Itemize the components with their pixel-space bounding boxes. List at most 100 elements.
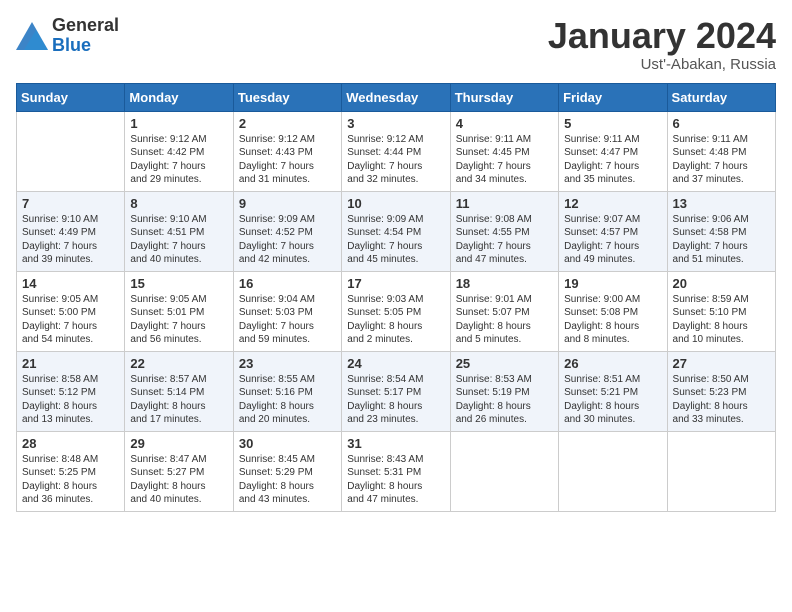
calendar-cell bbox=[17, 111, 125, 191]
day-number: 20 bbox=[673, 276, 770, 291]
month-title: January 2024 bbox=[548, 16, 776, 56]
calendar-cell: 20 Sunrise: 8:59 AM Sunset: 5:10 PM Dayli… bbox=[667, 271, 775, 351]
day-info: Sunrise: 9:12 AM Sunset: 4:44 PM Dayligh… bbox=[347, 133, 444, 187]
day-number: 1 bbox=[130, 116, 227, 131]
location-subtitle: Ust'-Abakan, Russia bbox=[548, 56, 776, 73]
calendar-week-row: 28Sunrise: 8:48 AM Sunset: 5:25 PM Dayli… bbox=[17, 431, 776, 511]
day-number: 27 bbox=[673, 356, 770, 371]
day-info: Sunrise: 8:55 AM Sunset: 5:16 PM Dayligh… bbox=[239, 373, 336, 427]
calendar-cell: 13 Sunrise: 9:06 AM Sunset: 4:58 PM Dayli… bbox=[667, 191, 775, 271]
calendar-cell: 22Sunrise: 8:57 AM Sunset: 5:14 PM Dayli… bbox=[125, 351, 233, 431]
day-number: 4 bbox=[456, 116, 553, 131]
day-info: Sunrise: 9:09 AM Sunset: 4:52 PM Dayligh… bbox=[239, 213, 336, 267]
day-number: 11 bbox=[456, 196, 553, 211]
calendar-cell: 10 Sunrise: 9:09 AM Sunset: 4:54 PM Dayli… bbox=[342, 191, 450, 271]
day-number: 9 bbox=[239, 196, 336, 211]
day-number: 10 bbox=[347, 196, 444, 211]
day-info: Sunrise: 9:11 AM Sunset: 4:45 PM Dayligh… bbox=[456, 133, 553, 187]
calendar-cell: 7 Sunrise: 9:10 AM Sunset: 4:49 PM Daylig… bbox=[17, 191, 125, 271]
weekday-header-saturday: Saturday bbox=[667, 83, 775, 111]
calendar-cell bbox=[450, 431, 558, 511]
day-info: Sunrise: 8:47 AM Sunset: 5:27 PM Dayligh… bbox=[130, 453, 227, 507]
day-number: 2 bbox=[239, 116, 336, 131]
day-number: 14 bbox=[22, 276, 119, 291]
calendar-week-row: 7 Sunrise: 9:10 AM Sunset: 4:49 PM Daylig… bbox=[17, 191, 776, 271]
day-number: 19 bbox=[564, 276, 661, 291]
calendar-cell: 30 Sunrise: 8:45 AM Sunset: 5:29 PM Dayli… bbox=[233, 431, 341, 511]
day-number: 25 bbox=[456, 356, 553, 371]
day-number: 12 bbox=[564, 196, 661, 211]
day-info: Sunrise: 8:45 AM Sunset: 5:29 PM Dayligh… bbox=[239, 453, 336, 507]
day-number: 31 bbox=[347, 436, 444, 451]
calendar-cell bbox=[667, 431, 775, 511]
day-info: Sunrise: 9:12 AM Sunset: 4:42 PM Dayligh… bbox=[130, 133, 227, 187]
day-number: 17 bbox=[347, 276, 444, 291]
weekday-header-thursday: Thursday bbox=[450, 83, 558, 111]
day-info: Sunrise: 9:10 AM Sunset: 4:49 PM Dayligh… bbox=[22, 213, 119, 267]
day-number: 15 bbox=[130, 276, 227, 291]
calendar-week-row: 14Sunrise: 9:05 AM Sunset: 5:00 PM Dayli… bbox=[17, 271, 776, 351]
day-info: Sunrise: 9:01 AM Sunset: 5:07 PM Dayligh… bbox=[456, 293, 553, 347]
day-number: 7 bbox=[22, 196, 119, 211]
day-info: Sunrise: 9:03 AM Sunset: 5:05 PM Dayligh… bbox=[347, 293, 444, 347]
day-number: 5 bbox=[564, 116, 661, 131]
calendar-cell: 15Sunrise: 9:05 AM Sunset: 5:01 PM Dayli… bbox=[125, 271, 233, 351]
calendar-cell: 8Sunrise: 9:10 AM Sunset: 4:51 PM Daylig… bbox=[125, 191, 233, 271]
calendar-cell: 25 Sunrise: 8:53 AM Sunset: 5:19 PM Dayli… bbox=[450, 351, 558, 431]
calendar-cell: 31 Sunrise: 8:43 AM Sunset: 5:31 PM Dayli… bbox=[342, 431, 450, 511]
calendar-cell: 2 Sunrise: 9:12 AM Sunset: 4:43 PM Daylig… bbox=[233, 111, 341, 191]
calendar-cell: 19Sunrise: 9:00 AM Sunset: 5:08 PM Dayli… bbox=[559, 271, 667, 351]
logo-text: General Blue bbox=[52, 16, 119, 56]
calendar-cell: 21 Sunrise: 8:58 AM Sunset: 5:12 PM Dayli… bbox=[17, 351, 125, 431]
day-number: 24 bbox=[347, 356, 444, 371]
day-info: Sunrise: 8:53 AM Sunset: 5:19 PM Dayligh… bbox=[456, 373, 553, 427]
day-number: 6 bbox=[673, 116, 770, 131]
day-info: Sunrise: 9:04 AM Sunset: 5:03 PM Dayligh… bbox=[239, 293, 336, 347]
calendar-week-row: 1 Sunrise: 9:12 AM Sunset: 4:42 PM Daylig… bbox=[17, 111, 776, 191]
day-info: Sunrise: 9:09 AM Sunset: 4:54 PM Dayligh… bbox=[347, 213, 444, 267]
logo-icon bbox=[16, 22, 48, 50]
calendar-cell: 16Sunrise: 9:04 AM Sunset: 5:03 PM Dayli… bbox=[233, 271, 341, 351]
logo: General Blue bbox=[16, 16, 119, 56]
weekday-header-sunday: Sunday bbox=[17, 83, 125, 111]
weekday-header-tuesday: Tuesday bbox=[233, 83, 341, 111]
day-number: 18 bbox=[456, 276, 553, 291]
day-number: 3 bbox=[347, 116, 444, 131]
calendar-cell: 5 Sunrise: 9:11 AM Sunset: 4:47 PM Daylig… bbox=[559, 111, 667, 191]
weekday-header-wednesday: Wednesday bbox=[342, 83, 450, 111]
calendar-cell: 17 Sunrise: 9:03 AM Sunset: 5:05 PM Dayli… bbox=[342, 271, 450, 351]
weekday-header-monday: Monday bbox=[125, 83, 233, 111]
day-info: Sunrise: 9:07 AM Sunset: 4:57 PM Dayligh… bbox=[564, 213, 661, 267]
day-number: 26 bbox=[564, 356, 661, 371]
page-header: General Blue January 2024 Ust'-Abakan, R… bbox=[16, 16, 776, 73]
day-info: Sunrise: 8:43 AM Sunset: 5:31 PM Dayligh… bbox=[347, 453, 444, 507]
day-number: 13 bbox=[673, 196, 770, 211]
logo-blue: Blue bbox=[52, 36, 119, 56]
calendar-cell: 26 Sunrise: 8:51 AM Sunset: 5:21 PM Dayli… bbox=[559, 351, 667, 431]
day-info: Sunrise: 9:11 AM Sunset: 4:47 PM Dayligh… bbox=[564, 133, 661, 187]
calendar-cell: 24 Sunrise: 8:54 AM Sunset: 5:17 PM Dayli… bbox=[342, 351, 450, 431]
day-number: 22 bbox=[130, 356, 227, 371]
day-number: 28 bbox=[22, 436, 119, 451]
day-info: Sunrise: 8:59 AM Sunset: 5:10 PM Dayligh… bbox=[673, 293, 770, 347]
day-info: Sunrise: 8:51 AM Sunset: 5:21 PM Dayligh… bbox=[564, 373, 661, 427]
day-info: Sunrise: 9:06 AM Sunset: 4:58 PM Dayligh… bbox=[673, 213, 770, 267]
calendar-week-row: 21 Sunrise: 8:58 AM Sunset: 5:12 PM Dayli… bbox=[17, 351, 776, 431]
weekday-header-friday: Friday bbox=[559, 83, 667, 111]
day-info: Sunrise: 9:08 AM Sunset: 4:55 PM Dayligh… bbox=[456, 213, 553, 267]
calendar-cell: 28Sunrise: 8:48 AM Sunset: 5:25 PM Dayli… bbox=[17, 431, 125, 511]
day-info: Sunrise: 8:54 AM Sunset: 5:17 PM Dayligh… bbox=[347, 373, 444, 427]
calendar-cell: 27 Sunrise: 8:50 AM Sunset: 5:23 PM Dayli… bbox=[667, 351, 775, 431]
calendar-cell: 14Sunrise: 9:05 AM Sunset: 5:00 PM Dayli… bbox=[17, 271, 125, 351]
calendar-cell: 23Sunrise: 8:55 AM Sunset: 5:16 PM Dayli… bbox=[233, 351, 341, 431]
calendar-cell: 18 Sunrise: 9:01 AM Sunset: 5:07 PM Dayli… bbox=[450, 271, 558, 351]
day-info: Sunrise: 8:50 AM Sunset: 5:23 PM Dayligh… bbox=[673, 373, 770, 427]
day-info: Sunrise: 8:58 AM Sunset: 5:12 PM Dayligh… bbox=[22, 373, 119, 427]
calendar-cell bbox=[559, 431, 667, 511]
day-number: 30 bbox=[239, 436, 336, 451]
day-info: Sunrise: 9:12 AM Sunset: 4:43 PM Dayligh… bbox=[239, 133, 336, 187]
day-info: Sunrise: 9:10 AM Sunset: 4:51 PM Dayligh… bbox=[130, 213, 227, 267]
calendar-cell: 1 Sunrise: 9:12 AM Sunset: 4:42 PM Daylig… bbox=[125, 111, 233, 191]
day-number: 21 bbox=[22, 356, 119, 371]
title-block: January 2024 Ust'-Abakan, Russia bbox=[548, 16, 776, 73]
